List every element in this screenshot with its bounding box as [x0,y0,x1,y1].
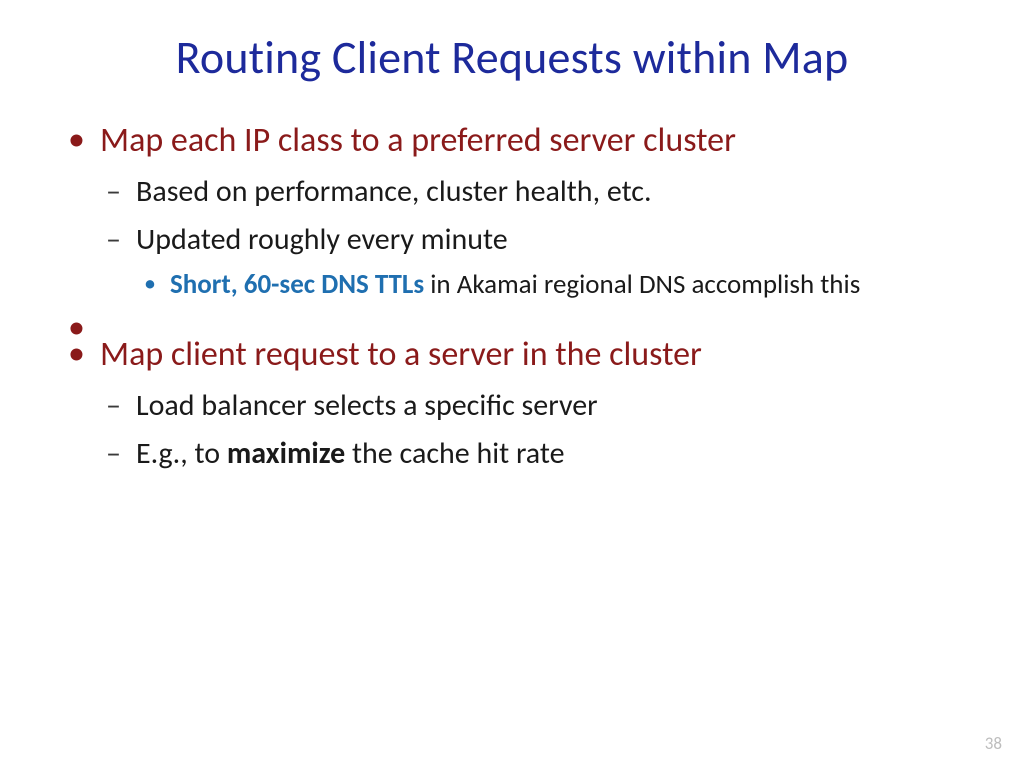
maximize-bold: maximize [227,435,345,472]
bullet-2-sub-2: E.g., to maximize the cache hit rate [100,435,964,473]
dns-ttl-accent: Short, 60-sec DNS TTLs [170,268,424,301]
bullet-1-text: Map each IP class to a preferred server … [100,120,964,163]
bullet-1-sub-2-text: Updated roughly every minute [136,221,964,259]
maximize-pre: E.g., to [136,435,227,472]
page-number: 38 [985,733,1002,754]
slide: Routing Client Requests within Map Map e… [0,0,1024,768]
bullet-1: Map each IP class to a preferred server … [60,120,964,302]
bullet-1-sub-1-text: Based on performance, cluster health, et… [136,173,964,211]
bullet-2-sub-1-text: Load balancer selects a specific server [136,387,964,425]
spacer [60,308,964,334]
maximize-post: the cache hit rate [345,435,564,472]
slide-title: Routing Client Requests within Map [60,30,964,86]
bullet-2-text: Map client request to a server in the cl… [100,334,964,377]
dns-ttl-rest: in Akamai regional DNS accomplish this [424,268,860,301]
bullet-1-sub-2: Updated roughly every minute Short, 60-s… [100,221,964,302]
bullet-2-sublist: Load balancer selects a specific server … [100,387,964,474]
bullet-2: Map client request to a server in the cl… [60,334,964,473]
bullet-1-sub-1: Based on performance, cluster health, et… [100,173,964,211]
bullet-1-sub-2-sub-1: Short, 60-sec DNS TTLs in Akamai regiona… [136,267,964,302]
bullet-1-sub-2-sub-1-text: Short, 60-sec DNS TTLs in Akamai regiona… [170,267,964,302]
bullet-list: Map each IP class to a preferred server … [60,120,964,474]
bullet-2-sub-2-text: E.g., to maximize the cache hit rate [136,435,964,473]
bullet-1-sublist: Based on performance, cluster health, et… [100,173,964,303]
bullet-2-sub-1: Load balancer selects a specific server [100,387,964,425]
bullet-1-sub-2-sublist: Short, 60-sec DNS TTLs in Akamai regiona… [136,267,964,302]
